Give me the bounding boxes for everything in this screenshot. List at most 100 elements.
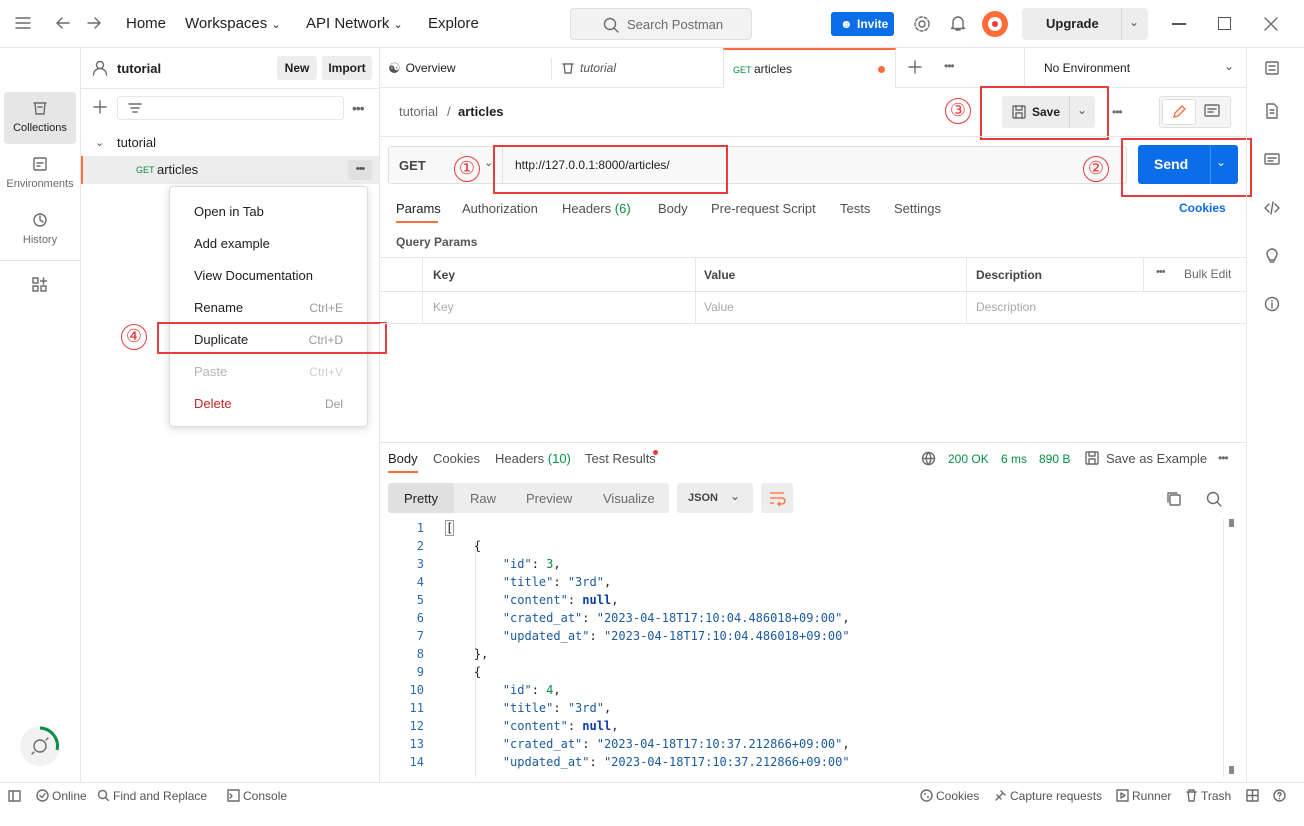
key-input[interactable]: Key [433,300,454,314]
tab-tests[interactable]: Tests [840,201,870,216]
invite-button[interactable]: ☻ Invite [831,12,894,36]
status-online[interactable]: Online [52,789,87,803]
nav-home[interactable]: Home [126,15,166,32]
nav-explore[interactable]: Explore [428,15,479,32]
cookies-button[interactable]: Cookies [936,789,979,803]
comments-icon[interactable] [1264,152,1280,168]
new-tab-icon[interactable] [908,60,922,74]
tab-headers[interactable]: Headers (6) [562,201,631,216]
rail-environments[interactable]: Environments [4,150,76,202]
rail-history[interactable]: History [4,206,76,258]
format-select[interactable]: JSON ⌄ [677,483,753,513]
chevron-down-icon[interactable]: ⌄ [1224,59,1234,73]
runner-button[interactable]: Runner [1132,789,1171,803]
collection-item-tutorial[interactable]: tutorial [117,135,156,150]
edit-pencil-icon[interactable] [1162,99,1196,125]
view-raw[interactable]: Raw [470,491,496,506]
view-visualize[interactable]: Visualize [603,491,655,506]
rail-collections[interactable]: Collections [4,92,76,144]
resp-tab-headers[interactable]: Headers (10) [495,451,571,466]
avatar[interactable] [982,11,1008,37]
layout-icon[interactable] [1246,789,1259,802]
upgrade-button[interactable]: Upgrade ⌄ [1022,8,1148,40]
description-input[interactable]: Description [976,300,1036,314]
lightbulb-icon[interactable] [1264,248,1280,264]
more-options-icon[interactable]: ••• [1112,105,1123,119]
tab-settings[interactable]: Settings [894,201,941,216]
nav-api-network[interactable]: API Network ⌄ [306,15,403,32]
cookies-link[interactable]: Cookies [1179,201,1226,215]
import-button[interactable]: Import [322,56,372,80]
add-tools-icon[interactable] [32,277,48,293]
info-icon[interactable] [1264,296,1280,312]
search-icon[interactable] [1206,491,1222,507]
tab-articles[interactable]: GET articles [723,48,896,88]
save-as-example-button[interactable]: Save as Example [1106,451,1207,466]
search-input[interactable]: Search Postman [570,8,752,40]
workspace-name[interactable]: tutorial [117,61,161,76]
close-icon[interactable] [1263,16,1279,32]
response-size[interactable]: 890 B [1039,452,1070,466]
more-options-icon[interactable]: ••• [348,160,372,180]
scrollbar-thumb[interactable] [1229,766,1234,774]
more-options-icon[interactable]: ••• [352,100,365,116]
new-button[interactable]: New [277,56,317,80]
chevron-down-icon[interactable]: ⌄ [95,136,104,149]
menu-icon[interactable] [15,16,31,30]
copy-icon[interactable] [1166,491,1182,507]
console-button[interactable]: Console [243,789,287,803]
capture-requests-button[interactable]: Capture requests [1010,789,1102,803]
menu-item-view-documentation[interactable]: View Documentation [194,268,313,283]
code-icon[interactable] [1264,200,1280,216]
environment-quick-look-icon[interactable] [1264,60,1280,76]
filter-input[interactable] [117,96,344,120]
scrollbar-thumb[interactable] [1229,519,1234,527]
value-input[interactable]: Value [704,300,734,314]
tab-authorization[interactable]: Authorization [462,201,538,216]
tab-overview[interactable]: ☯ Overview [388,48,552,88]
resp-tab-cookies[interactable]: Cookies [433,451,480,466]
back-arrow-icon[interactable] [55,16,71,30]
documentation-icon[interactable] [1264,103,1280,119]
menu-item-rename[interactable]: Rename [194,300,243,315]
bell-icon[interactable] [949,14,967,32]
response-divider[interactable] [380,442,1246,443]
chevron-down-icon[interactable]: ⌄ [484,156,493,169]
resp-tab-test-results[interactable]: Test Results [585,451,656,466]
more-options-icon[interactable]: ••• [1218,451,1229,465]
more-tabs-icon[interactable]: ••• [944,59,955,73]
globe-icon[interactable] [921,451,936,466]
tab-pre-request-script[interactable]: Pre-request Script [711,201,816,216]
sidebar-toggle-icon[interactable] [8,790,21,802]
more-options-icon[interactable]: ••• [1156,266,1166,278]
nav-workspaces[interactable]: Workspaces ⌄ [185,15,281,32]
wrap-lines-icon[interactable] [761,483,793,513]
breadcrumb-collection[interactable]: tutorial [399,104,438,119]
forward-arrow-icon[interactable] [86,16,102,30]
maximize-icon[interactable] [1218,17,1231,30]
menu-item-open-in-tab[interactable]: Open in Tab [194,204,264,219]
minimize-icon[interactable] [1172,23,1186,25]
view-preview[interactable]: Preview [526,491,572,506]
environment-select[interactable]: No Environment [1044,61,1130,75]
bulk-edit-link[interactable]: Bulk Edit [1184,267,1231,281]
menu-item-delete[interactable]: Delete [194,396,232,411]
status-code[interactable]: 200 OK [948,452,989,466]
resp-tab-body[interactable]: Body [388,451,418,466]
view-pretty[interactable]: Pretty [404,491,438,506]
request-item-articles[interactable]: GET articles ••• [81,156,379,184]
gear-icon[interactable] [913,15,931,33]
tab-params[interactable]: Params [396,201,441,216]
menu-item-add-example[interactable]: Add example [194,236,270,251]
tab-tutorial[interactable]: tutorial [561,48,721,88]
comment-icon[interactable] [1204,104,1220,120]
chevron-down-icon[interactable]: ⌄ [1129,15,1139,29]
tab-body[interactable]: Body [658,201,688,216]
trash-button[interactable]: Trash [1201,789,1231,803]
response-time[interactable]: 6 ms [1001,452,1027,466]
add-collection-icon[interactable] [93,100,107,114]
find-replace-button[interactable]: Find and Replace [113,789,207,803]
help-icon[interactable] [1273,789,1286,802]
rail-collections-label: Collections [13,122,67,134]
method-select[interactable]: GET [399,158,426,173]
